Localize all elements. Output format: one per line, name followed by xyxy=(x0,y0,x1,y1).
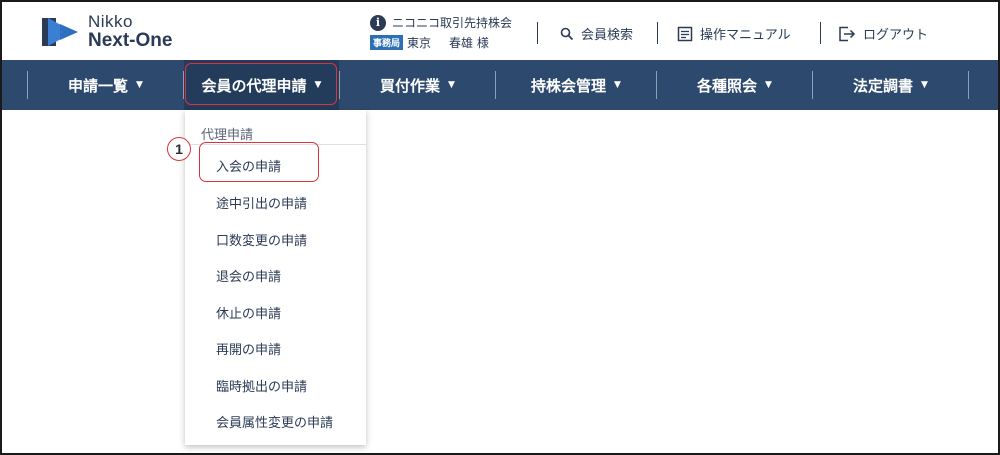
logout-button[interactable]: ログアウト xyxy=(838,24,928,43)
caret-down-icon: ▼ xyxy=(136,80,143,90)
company-info: i ニコニコ取引先持株会 事務局 東京 春雄 様 xyxy=(370,14,512,51)
main-nav: 申請一覧 ▼ 会員の代理申請 ▼ 買付作業 ▼ 持株会管理 ▼ 各種照会 ▼ 法定調書 ▼ xyxy=(2,60,998,110)
menu-item-extra-contribution[interactable]: 臨時拠出の申請 xyxy=(216,376,307,395)
menu-item-unit-change[interactable]: 口数変更の申請 xyxy=(216,230,307,249)
info-icon: i xyxy=(370,14,386,31)
nav-item-label: 法定調書 xyxy=(853,76,914,95)
manual-label: 操作マニュアル xyxy=(700,28,791,43)
nav-item-statutory-reports[interactable]: 法定調書 ▼ xyxy=(813,60,968,110)
menu-item-withdrawal[interactable]: 退会の申請 xyxy=(216,266,281,285)
menu-item-suspension[interactable]: 休止の申請 xyxy=(216,303,281,322)
nav-item-application-list[interactable]: 申請一覧 ▼ xyxy=(28,60,183,110)
member-search-button[interactable]: 会員検索 xyxy=(560,24,633,43)
manual-icon xyxy=(677,26,693,41)
header-divider xyxy=(657,22,658,44)
header-divider xyxy=(820,22,821,44)
menu-item-highlight-box xyxy=(199,142,319,182)
nav-item-label: 各種照会 xyxy=(697,76,758,95)
nav-item-association-management[interactable]: 持株会管理 ▼ xyxy=(496,60,656,110)
nav-item-label: 買付作業 xyxy=(380,76,441,95)
menu-item-attribute-change[interactable]: 会員属性変更の申請 xyxy=(216,412,333,431)
header-divider xyxy=(537,22,538,44)
caret-down-icon: ▼ xyxy=(448,80,455,90)
caret-down-icon: ▼ xyxy=(921,80,928,90)
logo-icon xyxy=(42,17,78,46)
app-header: Nikko Next-One i ニコニコ取引先持株会 事務局 東京 春雄 様 … xyxy=(2,2,998,60)
dropdown-header: 代理申請 xyxy=(201,128,254,143)
logout-icon xyxy=(839,26,856,41)
user-name: 春雄 様 xyxy=(449,36,489,50)
nav-item-inquiries[interactable]: 各種照会 ▼ xyxy=(657,60,812,110)
member-search-label: 会員検索 xyxy=(581,28,634,43)
app-logo[interactable]: Nikko Next-One xyxy=(40,13,172,50)
company-name: ニコニコ取引先持株会 xyxy=(392,16,513,30)
logout-label: ログアウト xyxy=(863,28,929,43)
nav-highlight-box xyxy=(185,63,337,105)
caret-down-icon: ▼ xyxy=(765,80,772,90)
menu-item-partial-withdrawal[interactable]: 途中引出の申請 xyxy=(216,193,307,212)
caret-down-icon: ▼ xyxy=(614,80,621,90)
nav-item-purchase-work[interactable]: 買付作業 ▼ xyxy=(340,60,495,110)
logo-text-line1: Nikko xyxy=(88,12,134,31)
step-number-badge: 1 xyxy=(167,137,191,161)
nav-item-label: 持株会管理 xyxy=(531,76,607,95)
office-badge: 事務局 xyxy=(370,35,404,50)
menu-item-resumption[interactable]: 再開の申請 xyxy=(216,339,281,358)
nav-divider xyxy=(968,71,969,99)
manual-button[interactable]: 操作マニュアル xyxy=(677,24,791,43)
logo-text-line2: Next-One xyxy=(88,30,173,51)
search-icon xyxy=(560,27,574,40)
office-name: 東京 xyxy=(407,36,432,50)
nav-item-label: 申請一覧 xyxy=(68,76,129,95)
